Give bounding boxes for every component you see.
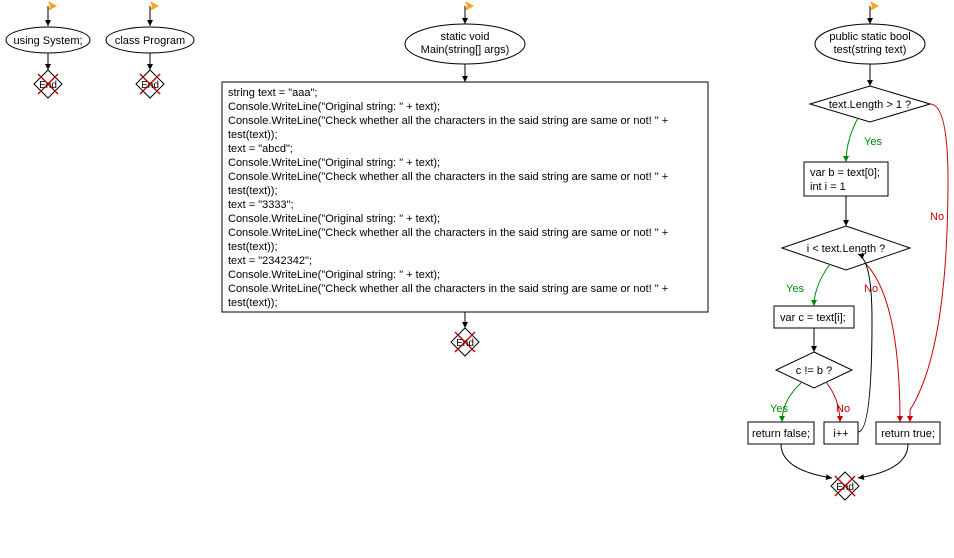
svg-text:text = "abcd";: text = "abcd";	[228, 143, 293, 155]
svg-text:string text = "aaa";: string text = "aaa";	[228, 87, 317, 99]
svg-text:Yes: Yes	[770, 403, 788, 415]
subflow-test-func: public static bool test(string text) tex…	[748, 6, 948, 500]
end-node: End	[34, 70, 62, 98]
subflow-using-system: using System; End	[6, 6, 90, 98]
end-node-main: End	[451, 328, 479, 356]
start-label: using System;	[13, 35, 82, 47]
svg-text:text = "3333";: text = "3333";	[228, 199, 294, 211]
svg-text:Main(string[] args): Main(string[] args)	[421, 44, 510, 56]
svg-text:test(text));: test(text));	[228, 129, 278, 141]
svg-text:Console.WriteLine("Check wheth: Console.WriteLine("Check whether all the…	[228, 115, 668, 127]
svg-text:End: End	[456, 338, 474, 349]
svg-text:public static bool: public static bool	[829, 31, 910, 43]
svg-text:No: No	[836, 403, 850, 415]
svg-text:test(text));: test(text));	[228, 185, 278, 197]
svg-text:static void: static void	[441, 31, 490, 43]
svg-text:i < text.Length ?: i < text.Length ?	[807, 243, 886, 255]
svg-text:Yes: Yes	[864, 136, 882, 148]
svg-text:End: End	[39, 80, 57, 91]
svg-text:Console.WriteLine("Original st: Console.WriteLine("Original string: " + …	[228, 269, 440, 281]
subflow-class-program: class Program End	[106, 6, 194, 98]
svg-text:c != b ?: c != b ?	[796, 365, 832, 377]
svg-text:Yes: Yes	[786, 283, 804, 295]
svg-text:return false;: return false;	[752, 428, 810, 440]
svg-text:text.Length > 1 ?: text.Length > 1 ?	[829, 99, 911, 111]
svg-text:End: End	[141, 80, 159, 91]
svg-text:test(string text): test(string text)	[834, 44, 907, 56]
svg-text:Console.WriteLine("Original st: Console.WriteLine("Original string: " + …	[228, 101, 440, 113]
svg-text:text = "2342342";: text = "2342342";	[228, 255, 312, 267]
flowchart-canvas: using System; End class Program End stat…	[0, 0, 954, 558]
svg-text:test(text));: test(text));	[228, 241, 278, 253]
subflow-main: static void Main(string[] args) string t…	[222, 6, 708, 356]
svg-text:var b = text[0];: var b = text[0];	[810, 167, 880, 179]
svg-text:Console.WriteLine("Check wheth: Console.WriteLine("Check whether all the…	[228, 171, 668, 183]
svg-text:No: No	[930, 211, 944, 223]
svg-text:int i = 1: int i = 1	[810, 181, 846, 193]
start-label: class Program	[115, 35, 185, 47]
svg-text:Console.WriteLine("Check wheth: Console.WriteLine("Check whether all the…	[228, 283, 668, 295]
svg-text:Console.WriteLine("Original st: Console.WriteLine("Original string: " + …	[228, 213, 440, 225]
svg-text:Console.WriteLine("Check wheth: Console.WriteLine("Check whether all the…	[228, 227, 668, 239]
end-node: End	[136, 70, 164, 98]
svg-text:End: End	[836, 482, 854, 493]
svg-text:i++: i++	[833, 428, 848, 440]
svg-text:return true;: return true;	[881, 428, 935, 440]
svg-text:var c = text[i];: var c = text[i];	[780, 312, 846, 324]
svg-text:test(text));: test(text));	[228, 297, 278, 309]
svg-text:Console.WriteLine("Original st: Console.WriteLine("Original string: " + …	[228, 157, 440, 169]
end-node-func: End	[831, 472, 859, 500]
